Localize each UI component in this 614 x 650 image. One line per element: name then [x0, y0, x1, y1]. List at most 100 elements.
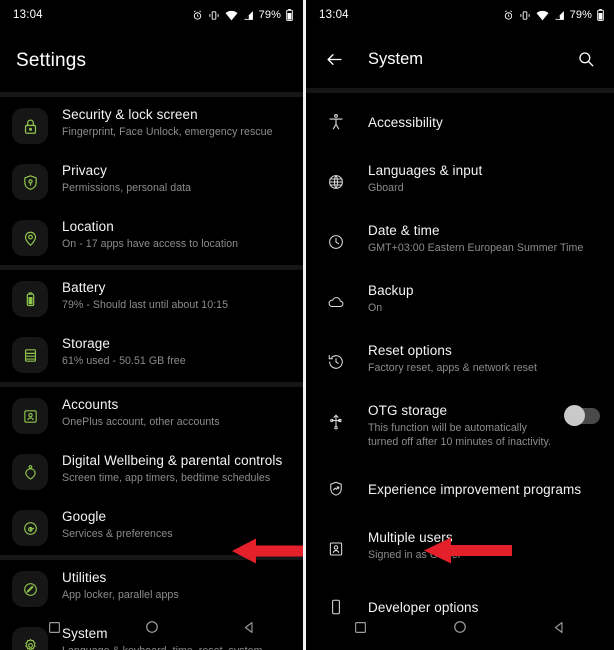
- item-title: Accessibility: [368, 114, 443, 130]
- system-item-accessibility[interactable]: Accessibility: [306, 93, 614, 151]
- settings-item-security[interactable]: Security & lock screen Fingerprint, Face…: [0, 97, 303, 153]
- status-bar-clock: 13:04: [319, 9, 349, 21]
- item-subtitle: GMT+03:00 Eastern European Summer Time: [368, 242, 584, 254]
- shield-chart-icon: [318, 471, 354, 507]
- system-item-text: OTG storage This function will be automa…: [354, 402, 558, 449]
- settings-item-location[interactable]: Location On - 17 apps have access to loc…: [0, 209, 303, 265]
- item-title: Location: [62, 219, 114, 234]
- accounts-icon: [12, 398, 48, 434]
- item-subtitle: Fingerprint, Face Unlock, emergency resc…: [62, 126, 273, 138]
- battery-percent-label: 79%: [569, 9, 592, 21]
- google-icon: [12, 510, 48, 546]
- red-arrow-pointing-at-system-updates: [424, 537, 512, 564]
- status-bar-right: 13:04 79%: [306, 0, 614, 30]
- wifi-icon: [536, 10, 549, 21]
- system-item-text: Accessibility: [354, 114, 602, 131]
- settings-item-text: Location On - 17 apps have access to loc…: [48, 218, 291, 251]
- wifi-icon: [225, 10, 238, 21]
- home-circle-button[interactable]: [453, 620, 467, 634]
- system-item-text: Languages & input Gboard: [354, 162, 602, 195]
- navigation-bar-left: [0, 604, 303, 650]
- item-title: Google: [62, 509, 107, 524]
- settings-title-bar: Settings: [0, 30, 303, 92]
- battery-icon: [12, 281, 48, 317]
- item-subtitle: 61% used - 50.51 GB free: [62, 355, 186, 367]
- system-item-reset-options[interactable]: Reset options Factory reset, apps & netw…: [306, 331, 614, 391]
- item-subtitle: 79% - Should last until about 10:15: [62, 299, 229, 311]
- usb-otg-icon: [318, 404, 354, 440]
- settings-item-storage[interactable]: Storage 61% used - 50.51 GB free: [0, 326, 303, 382]
- system-item-text: Backup On: [354, 282, 602, 315]
- otg-storage-toggle[interactable]: [564, 405, 600, 426]
- page-title: System: [368, 49, 424, 68]
- signal-icon: [554, 10, 565, 21]
- item-title: Battery: [62, 280, 106, 295]
- item-subtitle: Permissions, personal data: [62, 182, 192, 194]
- item-subtitle: This function will be automatically turn…: [368, 422, 552, 448]
- settings-item-privacy[interactable]: Privacy Permissions, personal data: [0, 153, 303, 209]
- system-item-backup[interactable]: Backup On: [306, 271, 614, 331]
- home-circle-button[interactable]: [145, 620, 159, 634]
- lock-icon: [12, 108, 48, 144]
- wellbeing-icon: [12, 454, 48, 490]
- recents-square-button[interactable]: [48, 621, 61, 634]
- item-title: Reset options: [368, 343, 452, 358]
- page-title: Settings: [16, 50, 87, 71]
- item-title: Languages & input: [368, 163, 483, 178]
- globe-icon: [318, 164, 354, 200]
- item-subtitle: OnePlus account, other accounts: [62, 416, 220, 428]
- item-title: Date & time: [368, 223, 440, 238]
- search-icon[interactable]: [574, 47, 598, 71]
- red-arrow-pointing-at-system: [232, 538, 303, 564]
- system-settings-list: Accessibility Languages & input Gboard D…: [306, 93, 614, 650]
- settings-item-text: Battery 79% - Should last until about 10…: [48, 279, 291, 312]
- storage-icon: [12, 337, 48, 373]
- battery-icon: [597, 9, 604, 21]
- item-subtitle: On - 17 apps have access to location: [62, 238, 239, 250]
- item-subtitle: App locker, parallel apps: [62, 589, 179, 601]
- alarm-icon: [503, 10, 514, 21]
- settings-item-text: Utilities App locker, parallel apps: [48, 569, 291, 602]
- settings-screen: 13:04 79% Settings Security & lock scree…: [0, 0, 303, 650]
- system-item-languages-input[interactable]: Languages & input Gboard: [306, 151, 614, 211]
- accessibility-icon: [318, 104, 354, 140]
- two-screenshot-comparison: 13:04 79% Settings Security & lock scree…: [0, 0, 614, 650]
- vibrate-icon: [208, 10, 220, 21]
- item-title: OTG storage: [368, 403, 448, 418]
- cloud-icon: [318, 284, 354, 320]
- alarm-icon: [192, 10, 203, 21]
- back-triangle-button[interactable]: [553, 621, 566, 634]
- system-item-experience-improvement[interactable]: Experience improvement programs: [306, 460, 614, 518]
- item-title: Security & lock screen: [62, 107, 198, 122]
- back-triangle-button[interactable]: [243, 621, 256, 634]
- history-icon: [318, 344, 354, 380]
- navigation-bar-right: [306, 604, 614, 650]
- item-subtitle: Factory reset, apps & network reset: [368, 362, 537, 374]
- settings-item-accounts[interactable]: Accounts OnePlus account, other accounts: [0, 387, 303, 443]
- settings-item-battery[interactable]: Battery 79% - Should last until about 10…: [0, 270, 303, 326]
- item-subtitle: Gboard: [368, 182, 404, 194]
- item-subtitle: On: [368, 302, 383, 314]
- back-arrow-icon[interactable]: [322, 47, 346, 71]
- privacy-shield-icon: [12, 164, 48, 200]
- system-settings-screen: 13:04 79% System Accessibility Languages…: [306, 0, 614, 650]
- utilities-icon: [12, 571, 48, 607]
- settings-item-text: Accounts OnePlus account, other accounts: [48, 396, 291, 429]
- users-icon: [318, 531, 354, 567]
- system-item-text: Reset options Factory reset, apps & netw…: [354, 342, 602, 375]
- vibrate-icon: [519, 10, 531, 21]
- system-item-otg-storage[interactable]: OTG storage This function will be automa…: [306, 391, 614, 460]
- settings-item-digital-wellbeing[interactable]: Digital Wellbeing & parental controls Sc…: [0, 443, 303, 499]
- system-item-date-time[interactable]: Date & time GMT+03:00 Eastern European S…: [306, 211, 614, 271]
- recents-square-button[interactable]: [354, 621, 367, 634]
- item-title: Accounts: [62, 397, 119, 412]
- item-subtitle: Screen time, app timers, bedtime schedul…: [62, 472, 271, 484]
- settings-item-text: Storage 61% used - 50.51 GB free: [48, 335, 291, 368]
- status-bar-icons: 79%: [192, 9, 293, 21]
- toggle-knob: [564, 405, 585, 426]
- system-item-text: Experience improvement programs: [354, 481, 602, 498]
- location-pin-icon: [12, 220, 48, 256]
- item-title: Backup: [368, 283, 414, 298]
- battery-percent-label: 79%: [258, 9, 281, 21]
- system-title-bar: System: [306, 30, 614, 88]
